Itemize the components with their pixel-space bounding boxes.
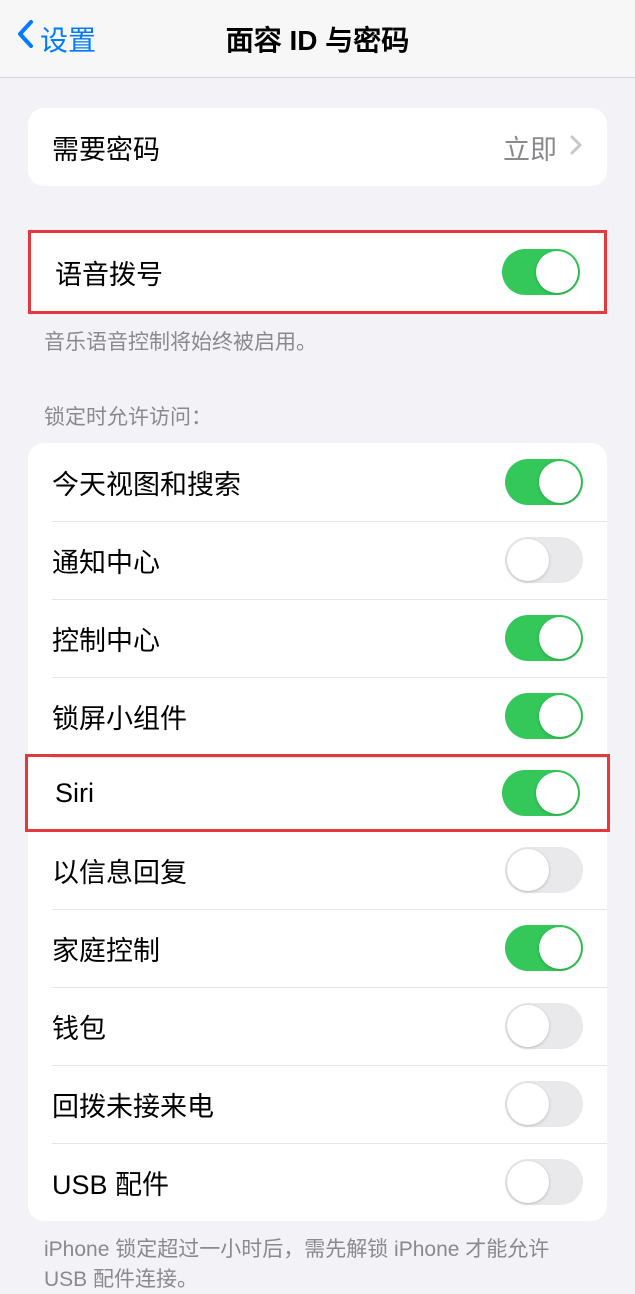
lock-access-item-label: 锁屏小组件 [52, 697, 187, 736]
page-title: 面容 ID 与密码 [226, 19, 410, 59]
lock-access-item-label: 以信息回复 [52, 851, 187, 890]
lock-access-item-toggle[interactable] [505, 925, 583, 971]
lock-access-item-toggle[interactable] [505, 1081, 583, 1127]
lock-access-item-toggle[interactable] [505, 847, 583, 893]
voice-dial-footer: 音乐语音控制将始终被启用。 [0, 314, 635, 357]
lock-access-group: 今天视图和搜索通知中心控制中心锁屏小组件 Siri 以信息回复家庭控制钱包回拨未接来… [28, 443, 607, 1221]
require-passcode-label: 需要密码 [52, 128, 160, 167]
back-button[interactable]: 设置 [0, 19, 96, 59]
lock-access-row: USB 配件 [28, 1143, 607, 1221]
lock-access-row: 家庭控制 [28, 909, 607, 987]
require-passcode-detail: 立即 [503, 128, 583, 167]
lock-access-footer: iPhone 锁定超过一小时后，需先解锁 iPhone 才能允许 USB 配件连… [0, 1221, 635, 1294]
lock-access-item-label: 钱包 [52, 1007, 106, 1046]
lock-access-header: 锁定时允许访问： [0, 401, 635, 443]
lock-access-item-label: 控制中心 [52, 619, 160, 658]
voice-dial-toggle[interactable] [502, 249, 580, 295]
back-label: 设置 [40, 19, 96, 59]
lock-access-item-label: Siri [55, 778, 94, 809]
lock-access-item-label: 回拨未接来电 [52, 1085, 214, 1124]
lock-access-row: 通知中心 [28, 521, 607, 599]
lock-access-item-toggle[interactable] [505, 1159, 583, 1205]
lock-access-item-toggle[interactable] [505, 537, 583, 583]
lock-access-item-toggle[interactable] [505, 459, 583, 505]
voice-dial-label: 语音拨号 [55, 253, 163, 292]
lock-access-row: 钱包 [28, 987, 607, 1065]
voice-dial-group: 语音拨号 [28, 230, 607, 314]
lock-access-item-toggle[interactable] [502, 770, 580, 816]
lock-access-row: 回拨未接来电 [28, 1065, 607, 1143]
require-passcode-value: 立即 [503, 128, 557, 167]
require-passcode-row[interactable]: 需要密码 立即 [28, 108, 607, 186]
lock-access-item-label: USB 配件 [52, 1163, 169, 1202]
chevron-right-icon [569, 131, 583, 163]
lock-access-item-label: 家庭控制 [52, 929, 160, 968]
lock-access-item-label: 今天视图和搜索 [52, 463, 241, 502]
lock-access-row: 今天视图和搜索 [28, 443, 607, 521]
lock-access-row: 以信息回复 [28, 831, 607, 909]
lock-access-row: 控制中心 [28, 599, 607, 677]
navigation-bar: 设置 面容 ID 与密码 [0, 0, 635, 78]
passcode-group: 需要密码 立即 [28, 108, 607, 186]
lock-access-row: 锁屏小组件 [28, 677, 607, 755]
chevron-left-icon [16, 19, 34, 58]
lock-access-item-label: 通知中心 [52, 541, 160, 580]
lock-access-item-toggle[interactable] [505, 1003, 583, 1049]
lock-access-row: Siri [25, 754, 610, 832]
voice-dial-row: 语音拨号 [31, 233, 604, 311]
lock-access-item-toggle[interactable] [505, 615, 583, 661]
lock-access-item-toggle[interactable] [505, 693, 583, 739]
